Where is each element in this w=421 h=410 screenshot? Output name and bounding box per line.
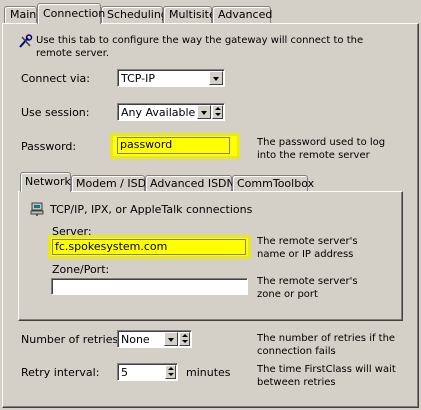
tab-multisite[interactable]: Multisite	[163, 6, 216, 23]
retry-interval-unit: minutes	[186, 366, 231, 379]
zone-port-field[interactable]	[51, 278, 248, 295]
chevron-down-icon[interactable]	[209, 71, 223, 85]
spin-arrows-icon[interactable]	[179, 332, 190, 346]
tab-commtoolbox[interactable]: CommToolbox	[232, 175, 314, 192]
spin-arrows-icon[interactable]	[165, 365, 176, 379]
tab-advanced[interactable]: Advanced	[212, 6, 272, 23]
tab-modem-isdn[interactable]: Modem / ISDN	[71, 175, 154, 192]
tab-main[interactable]: Main	[4, 6, 37, 23]
zone-port-label: Zone/Port:	[52, 263, 110, 276]
retry-interval-description: The time FirstClass will wait between re…	[257, 364, 396, 388]
chevron-down-icon[interactable]	[197, 105, 211, 119]
retries-description: The number of retries if the connection …	[257, 333, 396, 357]
tab-network[interactable]: Network	[20, 172, 71, 192]
chevron-down-icon[interactable]	[164, 332, 178, 346]
retries-select[interactable]: None	[117, 330, 192, 348]
retry-interval-stepper[interactable]: 5	[117, 363, 178, 381]
retry-interval-value: 5	[121, 366, 128, 379]
tab-scheduling[interactable]: Scheduling	[101, 6, 168, 23]
intro-text: Use this tab to configure the way the ga…	[36, 35, 364, 59]
connect-via-select[interactable]: TCP-IP	[117, 69, 225, 87]
tab-connection[interactable]: Connection	[37, 3, 105, 24]
connect-via-label: Connect via:	[21, 72, 90, 85]
password-description: The password used to log into the remote…	[257, 137, 386, 161]
use-session-value: Any Available	[121, 106, 196, 119]
wrench-pencil-icon	[19, 34, 33, 48]
connect-via-value: TCP-IP	[121, 72, 155, 85]
tab-advanced-isdn[interactable]: Advanced ISDN	[145, 175, 235, 192]
use-session-label: Use session:	[21, 106, 90, 119]
retries-label: Number of retries:	[21, 333, 122, 346]
password-field[interactable]: password	[117, 137, 230, 154]
retries-value: None	[121, 333, 150, 346]
network-heading: TCP/IP, IPX, or AppleTalk connections	[50, 203, 253, 216]
use-session-select[interactable]: Any Available	[117, 103, 225, 121]
retry-interval-label: Retry interval:	[21, 366, 100, 379]
network-computer-icon	[30, 202, 44, 216]
spin-arrows-icon[interactable]	[212, 105, 223, 119]
zone-port-description: The remote server's zone or port	[257, 276, 358, 300]
server-description: The remote server's name or IP address	[257, 236, 358, 260]
server-field[interactable]: fc.spokesystem.com	[52, 239, 246, 255]
password-label: Password:	[21, 140, 77, 153]
